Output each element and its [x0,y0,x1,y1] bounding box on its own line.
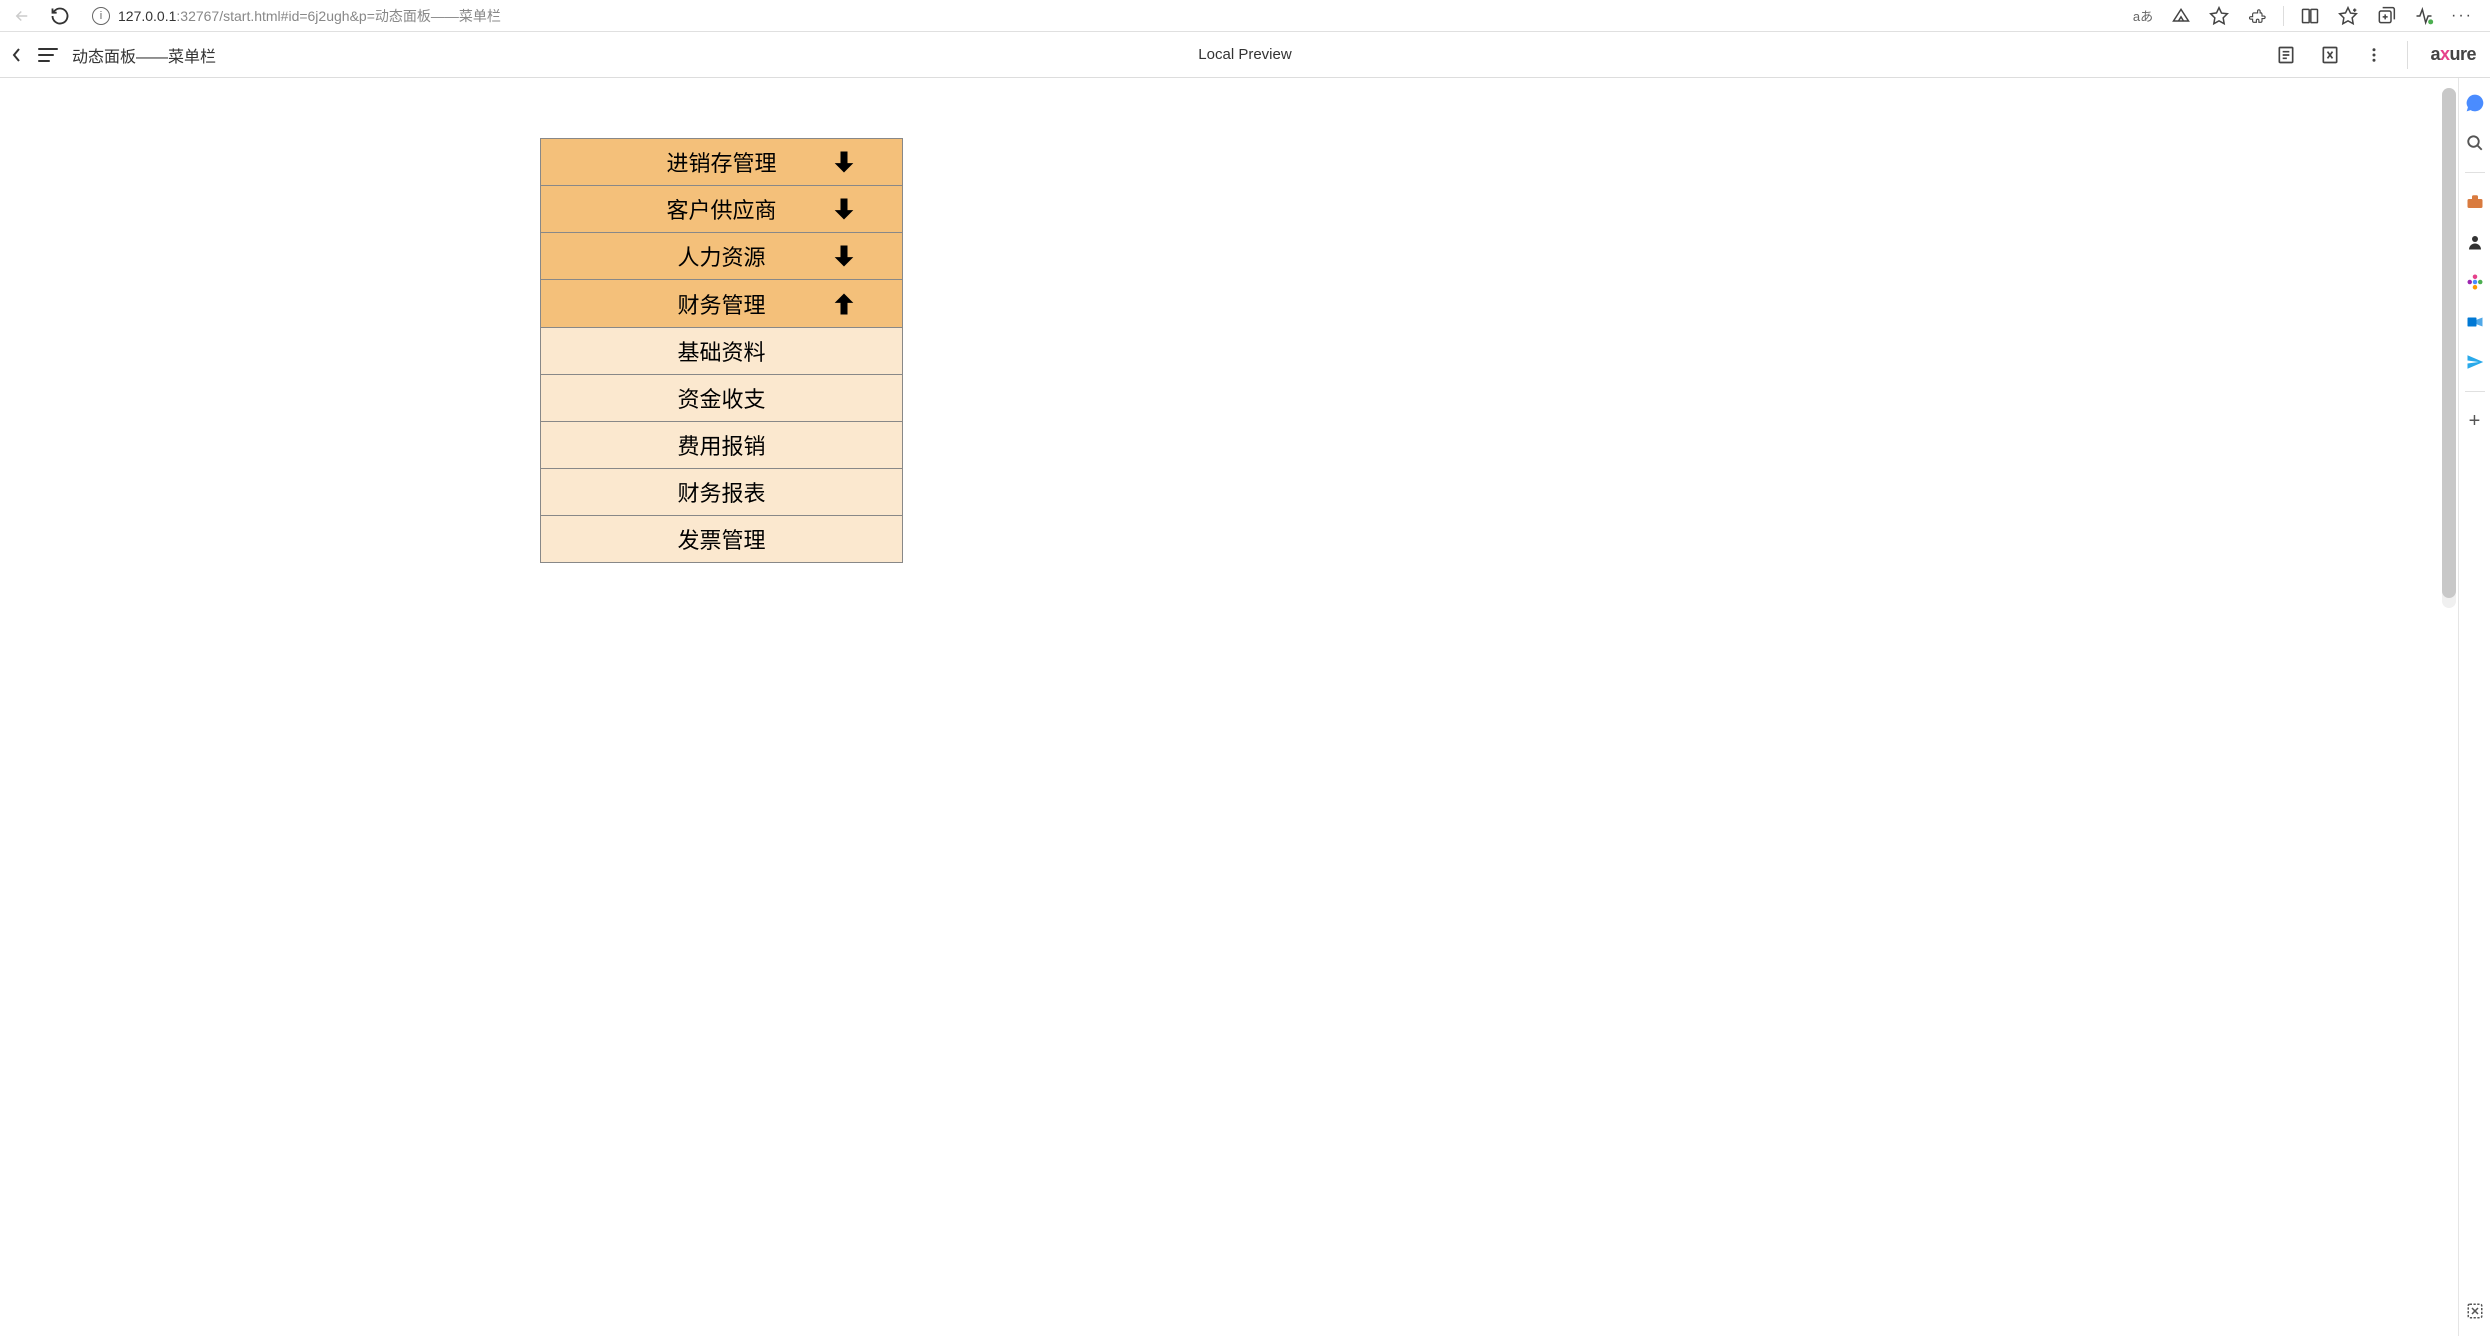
tools-icon[interactable] [2464,191,2486,213]
search-sidebar-icon[interactable] [2464,132,2486,154]
extensions-icon[interactable] [2245,4,2269,28]
performance-icon[interactable] [2412,4,2436,28]
menu-header-finance[interactable]: 财务管理 [541,280,902,327]
snip-icon[interactable] [2464,1300,2486,1322]
menu-header-label: 进销存管理 [666,146,776,178]
menu-header-label: 客户供应商 [666,193,776,225]
canvas: 进销存管理 客户供应商 人力资源 财务管理 [0,78,2458,1336]
menu-icon[interactable] [38,48,58,62]
submenu-item-basics[interactable]: 基础资料 [541,327,902,374]
translate-icon[interactable]: aあ [2131,4,2155,28]
submenu-item-reports[interactable]: 财务报表 [541,468,902,515]
person-icon[interactable] [2464,231,2486,253]
axure-header: 动态面板——菜单栏 Local Preview axure [0,32,2490,78]
favorites-bar-icon[interactable] [2336,4,2360,28]
page-title: 动态面板——菜单栏 [72,43,216,67]
refresh-button[interactable] [46,2,74,30]
accordion-menu: 进销存管理 客户供应商 人力资源 财务管理 [540,138,903,563]
browser-toolbar: i 127.0.0.1:32767/start.html#id=6j2ugh&p… [0,0,2490,32]
separator [2407,41,2408,69]
submenu-finance: 基础资料 资金收支 费用报销 财务报表 发票管理 [541,327,902,562]
collections-icon[interactable] [2374,4,2398,28]
chat-icon[interactable] [2464,92,2486,114]
submenu-item-invoice[interactable]: 发票管理 [541,515,902,562]
favorite-icon[interactable] [2207,4,2231,28]
menu-header-customers[interactable]: 客户供应商 [541,186,902,233]
preview-label: Local Preview [1198,46,1291,63]
kebab-menu-icon[interactable] [2363,44,2385,66]
outlook-icon[interactable] [2464,311,2486,333]
submenu-item-expense[interactable]: 费用报销 [541,421,902,468]
arrow-down-icon [830,148,858,176]
submenu-item-funds[interactable]: 资金收支 [541,374,902,421]
site-info-icon[interactable]: i [92,7,110,25]
axure-logo[interactable]: axure [2430,44,2476,65]
add-icon[interactable]: + [2464,410,2486,432]
read-aloud-icon[interactable] [2169,4,2193,28]
separator [2465,391,2485,392]
collapse-sidebar-icon[interactable] [10,40,24,70]
more-icon[interactable]: ··· [2450,4,2474,28]
workspace: 进销存管理 客户供应商 人力资源 财务管理 [0,78,2490,1336]
menu-header-label: 人力资源 [677,240,765,272]
address-bar[interactable]: i 127.0.0.1:32767/start.html#id=6j2ugh&p… [84,3,2121,29]
arrow-down-icon [830,242,858,270]
send-icon[interactable] [2464,351,2486,373]
back-button[interactable] [8,2,36,30]
scrollbar-thumb[interactable] [2442,88,2456,598]
arrow-down-icon [830,195,858,223]
menu-header-hr[interactable]: 人力资源 [541,233,902,280]
toolbar-icons: aあ ··· [2131,4,2482,28]
arrow-up-icon [830,290,858,318]
edge-sidebar: + [2458,78,2490,1336]
url-text: 127.0.0.1:32767/start.html#id=6j2ugh&p=动… [118,6,501,26]
menu-header-label: 财务管理 [677,288,765,320]
menu-header-inventory[interactable]: 进销存管理 [541,139,902,186]
variables-icon[interactable] [2319,44,2341,66]
separator [2465,172,2485,173]
split-screen-icon[interactable] [2298,4,2322,28]
notes-icon[interactable] [2275,44,2297,66]
separator [2283,6,2284,26]
flower-icon[interactable] [2464,271,2486,293]
